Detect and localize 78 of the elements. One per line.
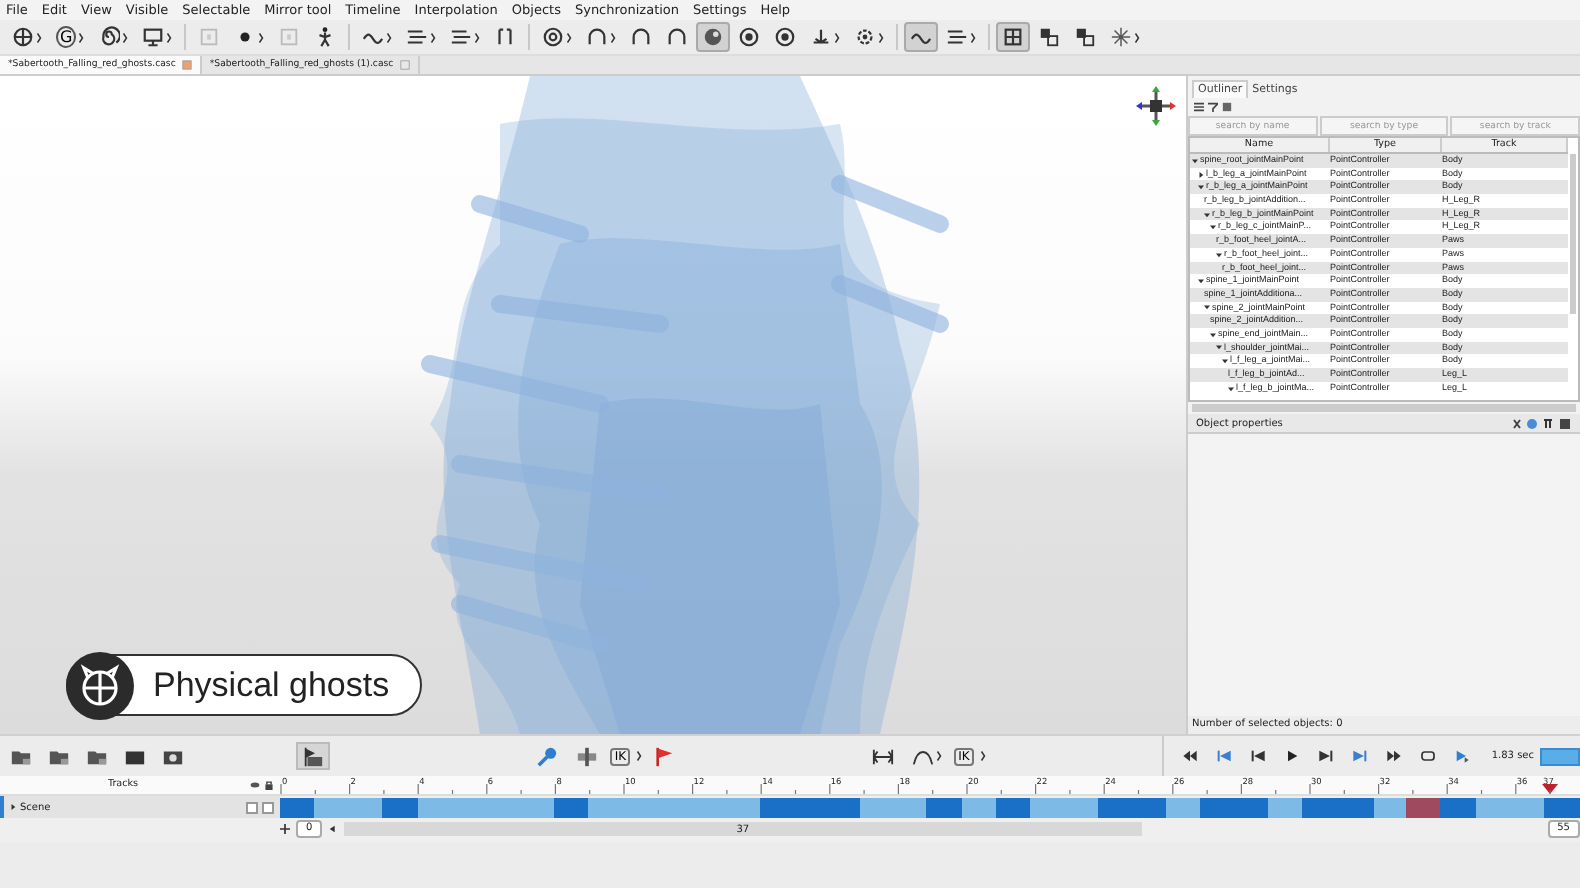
toolbar-button[interactable] bbox=[996, 22, 1031, 52]
caret-icon bbox=[474, 31, 481, 43]
step-back-icon bbox=[1249, 748, 1266, 764]
ball-icon bbox=[702, 26, 725, 48]
play-icon bbox=[1453, 748, 1470, 764]
toolbar-icons-drawing bbox=[1512, 417, 1572, 429]
grid-icon bbox=[1222, 101, 1232, 111]
flag-icon bbox=[654, 745, 677, 767]
frame-icon bbox=[198, 26, 221, 48]
caret-icon bbox=[970, 31, 977, 43]
globe-icon bbox=[65, 651, 133, 719]
play-icon bbox=[1283, 748, 1300, 764]
sparkle-icon bbox=[1110, 26, 1133, 48]
key-icon bbox=[536, 745, 559, 767]
caret-icon bbox=[610, 31, 617, 43]
caret-icon bbox=[936, 750, 943, 762]
bar-icon bbox=[576, 745, 599, 767]
caption-text: Physical ghosts bbox=[153, 665, 390, 705]
toolbar-button[interactable]: G bbox=[50, 22, 91, 52]
checkbox[interactable] bbox=[246, 801, 258, 813]
rewind-icon bbox=[1181, 748, 1198, 764]
close-icon bbox=[181, 60, 192, 70]
caret-icon bbox=[834, 31, 841, 43]
step-forward-icon bbox=[1317, 748, 1334, 764]
spiral-icon bbox=[98, 26, 121, 48]
caret-icon bbox=[166, 31, 173, 43]
checkbox[interactable] bbox=[262, 801, 274, 813]
toolbar-button[interactable] bbox=[904, 22, 939, 52]
monitor-icon bbox=[142, 26, 165, 48]
grid-icon bbox=[1002, 26, 1025, 48]
caret-icon bbox=[1134, 31, 1141, 43]
clapperboard-icon bbox=[302, 745, 325, 767]
filter-icon bbox=[1208, 101, 1218, 111]
scrollbar[interactable] bbox=[1192, 404, 1576, 412]
caret-icon bbox=[36, 31, 42, 43]
caret-icon bbox=[78, 31, 85, 43]
checker-icon bbox=[1038, 26, 1061, 48]
caret-icon bbox=[878, 31, 885, 43]
fast-forward-icon bbox=[1385, 748, 1402, 764]
checker-icon bbox=[1074, 26, 1097, 48]
arch-icon bbox=[666, 26, 689, 48]
bracket-icon bbox=[872, 745, 895, 767]
caret-icon bbox=[386, 31, 393, 43]
lines-icon bbox=[406, 26, 429, 48]
arch-icon bbox=[586, 26, 609, 48]
step-left-icon bbox=[328, 824, 339, 834]
bracket-icon bbox=[494, 26, 517, 48]
eye-icon bbox=[250, 780, 260, 790]
list-icon bbox=[1194, 101, 1204, 111]
arch-icon bbox=[630, 26, 653, 48]
scrollbar[interactable] bbox=[1570, 154, 1576, 314]
anchor-icon bbox=[810, 26, 833, 48]
frame-icon bbox=[278, 26, 301, 48]
caret-icon bbox=[566, 31, 573, 43]
skip-forward-icon bbox=[1351, 748, 1368, 764]
navigation-gizmo-icon bbox=[1136, 86, 1176, 126]
caret-icon bbox=[258, 31, 265, 43]
plus-icon bbox=[280, 824, 290, 834]
ring-icon bbox=[774, 26, 797, 48]
ring-icon bbox=[738, 26, 761, 48]
caret-icon bbox=[122, 31, 129, 43]
expand-arrow-icon bbox=[10, 804, 16, 810]
3d-viewport[interactable]: Physical ghosts bbox=[0, 76, 1186, 734]
gear-icon bbox=[854, 26, 877, 48]
lines-icon bbox=[450, 26, 473, 48]
loop-icon bbox=[1419, 748, 1436, 764]
toolbar-button[interactable] bbox=[696, 22, 731, 52]
caret-icon bbox=[430, 31, 437, 43]
target-icon bbox=[542, 26, 565, 48]
globe-icon bbox=[12, 26, 34, 48]
figure-icon bbox=[314, 26, 337, 48]
lock-icon bbox=[264, 780, 274, 790]
lines-icon bbox=[946, 26, 969, 48]
caret-icon bbox=[636, 750, 643, 762]
toolbar-button[interactable] bbox=[296, 742, 331, 770]
caret-icon bbox=[979, 750, 986, 762]
skip-back-icon bbox=[1215, 748, 1232, 764]
curve-icon bbox=[912, 745, 935, 767]
